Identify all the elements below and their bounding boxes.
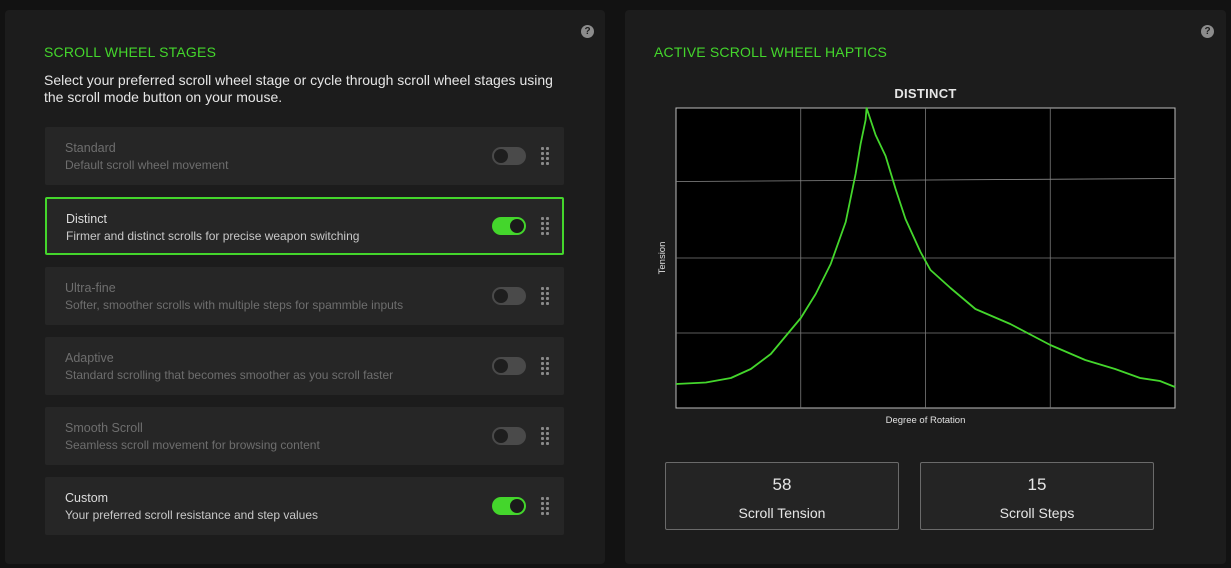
stage-toggle[interactable] — [492, 287, 526, 305]
stage-card[interactable]: Adaptive Standard scrolling that becomes … — [45, 337, 564, 395]
scroll-steps-label: Scroll Steps — [999, 505, 1075, 521]
stage-description: Standard scrolling that becomes smoother… — [65, 368, 394, 382]
stage-name: Standard — [65, 141, 116, 155]
stage-description: Softer, smoother scrolls with multiple s… — [65, 298, 404, 312]
stage-name: Smooth Scroll — [65, 421, 143, 435]
stage-card[interactable]: Ultra-fine Softer, smoother scrolls with … — [45, 267, 564, 325]
scroll-steps-value: 15 — [1027, 475, 1047, 494]
stage-card[interactable]: Custom Your preferred scroll resistance a… — [45, 477, 564, 535]
scroll-tension-value: 58 — [772, 475, 792, 494]
stage-description: Default scroll wheel movement — [65, 158, 229, 172]
stage-description: Seamless scroll movement for browsing co… — [65, 438, 320, 452]
haptics-chart: Degree of Rotation Tension — [657, 107, 1176, 426]
toggle-knob — [510, 219, 524, 233]
stage-name: Ultra-fine — [65, 281, 116, 295]
toggle-knob — [494, 429, 508, 443]
scroll-tension-button[interactable]: 58 Scroll Tension — [665, 462, 899, 530]
stage-toggle[interactable] — [492, 217, 526, 235]
toggle-knob — [494, 149, 508, 163]
scroll-stages-title: SCROLL WHEEL STAGES — [44, 44, 217, 60]
stage-description: Your preferred scroll resistance and ste… — [65, 508, 319, 522]
stage-card[interactable]: Standard Default scroll wheel movement — [45, 127, 564, 185]
drag-handle-icon[interactable] — [541, 287, 550, 305]
toggle-knob — [494, 289, 508, 303]
toggle-knob — [510, 499, 524, 513]
drag-handle-icon[interactable] — [541, 427, 550, 445]
stage-card[interactable]: Smooth Scroll Seamless scroll movement fo… — [45, 407, 564, 465]
scroll-steps-button[interactable]: 15 Scroll Steps — [920, 462, 1154, 530]
drag-handle-icon[interactable] — [541, 357, 550, 375]
stage-description: Firmer and distinct scrolls for precise … — [66, 229, 360, 243]
scroll-stages-description: Select your preferred scroll wheel stage… — [44, 72, 553, 105]
stage-toggle[interactable] — [492, 497, 526, 515]
x-axis-label: Degree of Rotation — [886, 415, 966, 426]
drag-handle-icon[interactable] — [541, 147, 550, 165]
scroll-tension-label: Scroll Tension — [738, 505, 826, 521]
toggle-knob — [494, 359, 508, 373]
stage-name: Distinct — [66, 212, 107, 226]
stage-toggle[interactable] — [492, 427, 526, 445]
stage-name: Custom — [65, 491, 109, 505]
stage-name: Adaptive — [65, 351, 114, 365]
stage-card[interactable]: Distinct Firmer and distinct scrolls for … — [45, 197, 564, 255]
help-icon[interactable]: ? — [581, 25, 594, 38]
stage-toggle[interactable] — [492, 147, 526, 165]
y-axis-label: Tension — [657, 242, 668, 275]
scroll-wheel-stages-panel: ? SCROLL WHEEL STAGES Select your prefer… — [5, 10, 605, 564]
scroll-wheel-haptics-panel: ? ACTIVE SCROLL WHEEL HAPTICS DISTINCT D… — [625, 10, 1226, 564]
drag-handle-icon[interactable] — [541, 497, 550, 515]
stage-toggle[interactable] — [492, 357, 526, 375]
drag-handle-icon[interactable] — [541, 217, 550, 235]
